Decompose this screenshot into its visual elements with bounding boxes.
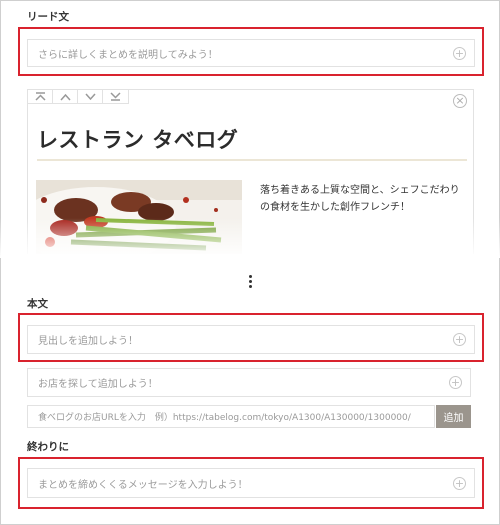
close-icon[interactable]: × <box>453 94 467 108</box>
lead-input[interactable]: さらに詳しくまとめを説明してみよう！ + <box>27 39 475 67</box>
ending-section-label: 終わりに <box>27 441 69 453</box>
lead-highlight: さらに詳しくまとめを説明してみよう！ + <box>18 27 484 76</box>
move-top-icon[interactable] <box>28 90 53 103</box>
restaurant-search-placeholder: お店を探して追加しよう！ <box>38 379 158 390</box>
add-button[interactable]: 追加 <box>436 405 471 428</box>
heading-input[interactable]: 見出しを追加しよう！ + <box>27 325 475 354</box>
card-title: レストラン タベログ <box>37 128 239 152</box>
editor-frame <box>0 0 500 525</box>
ending-highlight: まとめを締めくくるメッセージを入力しよう！ + <box>18 457 484 509</box>
move-up-icon[interactable] <box>53 90 78 103</box>
add-plus-icon[interactable]: + <box>453 47 466 60</box>
tabelog-url-input[interactable]: 食べログのお店URLを入力 例）https://tabelog.com/toky… <box>27 405 435 428</box>
card-fade <box>0 218 500 258</box>
tabelog-url-placeholder: 食べログのお店URLを入力 例）https://tabelog.com/toky… <box>38 413 411 423</box>
lead-section-label: リード文 <box>27 11 69 23</box>
heading-highlight: 見出しを追加しよう！ + <box>18 313 484 362</box>
ending-input[interactable]: まとめを締めくくるメッセージを入力しよう！ + <box>27 468 475 498</box>
more-options-icon[interactable] <box>247 275 253 290</box>
add-plus-icon[interactable]: + <box>449 376 462 389</box>
card-move-controls <box>28 90 129 104</box>
add-plus-icon[interactable]: + <box>453 333 466 346</box>
restaurant-search-input[interactable]: お店を探して追加しよう！ + <box>27 368 471 397</box>
move-down-icon[interactable] <box>78 90 103 103</box>
card-description: 落ち着きある上質な空間と、シェフこだわりの食材を生かした創作フレンチ！ <box>260 185 460 213</box>
ending-input-placeholder: まとめを締めくくるメッセージを入力しよう！ <box>38 479 248 491</box>
add-plus-icon[interactable]: + <box>453 477 466 490</box>
body-section-label: 本文 <box>27 298 48 310</box>
lead-input-placeholder: さらに詳しくまとめを説明してみよう！ <box>38 49 218 61</box>
move-bottom-icon[interactable] <box>103 90 128 103</box>
card-divider <box>37 159 467 161</box>
heading-input-placeholder: 見出しを追加しよう！ <box>38 336 138 347</box>
